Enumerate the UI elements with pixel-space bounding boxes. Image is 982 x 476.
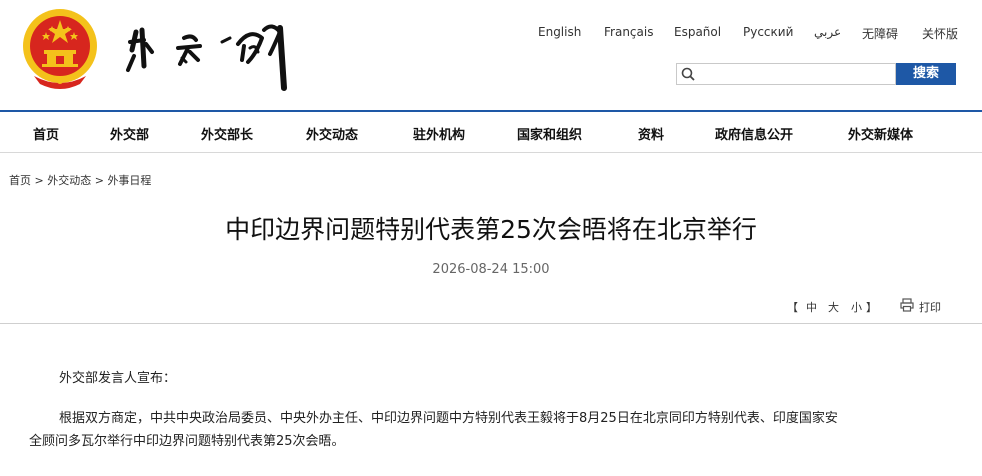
nav-item-countries[interactable]: 国家和组织 <box>517 124 582 143</box>
accessibility-link[interactable]: 无障碍 <box>862 25 898 42</box>
font-size-bracket-open: 【 <box>787 301 798 314</box>
printer-icon <box>900 298 914 312</box>
font-size-small-button[interactable]: 小 <box>851 299 862 315</box>
nav-item-diplomatic-news[interactable]: 外交动态 <box>306 124 358 143</box>
search-box <box>676 63 896 85</box>
nav-item-home[interactable]: 首页 <box>33 124 59 143</box>
article-title: 中印边界问题特别代表第25次会晤将在北京举行 <box>225 215 757 244</box>
article-paragraph: 全顾问多瓦尔举行中印边界问题特别代表第25次会晤。 <box>29 434 345 449</box>
font-size-bracket-close: 】 <box>866 301 877 314</box>
article-paragraph: 外交部发言人宣布： <box>59 371 177 386</box>
breadcrumb-separator: > <box>34 174 44 187</box>
font-size-medium-button[interactable]: 中 <box>806 299 817 315</box>
breadcrumb-diplomatic-news[interactable]: 外交动态 <box>47 174 91 187</box>
nav-item-resources[interactable]: 资料 <box>638 124 664 143</box>
care-version-link[interactable]: 关怀版 <box>922 25 958 42</box>
article-paragraph: 根据双方商定，中共中央政治局委员、中央外办主任、中印边界问题中方特别代表王毅将于… <box>59 411 838 426</box>
nav-item-new-media[interactable]: 外交新媒体 <box>848 124 913 143</box>
print-button[interactable]: 打印 <box>900 298 960 314</box>
nav-item-gov-info[interactable]: 政府信息公开 <box>715 124 793 143</box>
breadcrumb-home[interactable]: 首页 <box>9 174 31 187</box>
lang-arabic-link[interactable]: عربي <box>814 25 841 39</box>
site-header: English Français Español Русский عربي 无障… <box>0 0 982 112</box>
article-date: 2026-08-24 15:00 <box>432 262 550 277</box>
search-input[interactable] <box>699 65 893 85</box>
print-label: 打印 <box>919 301 941 314</box>
lang-russian-link[interactable]: Русский <box>743 25 793 39</box>
lang-english-link[interactable]: English <box>538 25 581 39</box>
breadcrumb: 首页 > 外交动态 > 外事日程 <box>9 172 151 188</box>
content-divider <box>0 323 982 324</box>
national-emblem-icon[interactable] <box>20 6 100 90</box>
search-icon <box>681 67 695 81</box>
nav-item-minister[interactable]: 外交部长 <box>201 124 253 143</box>
lang-french-link[interactable]: Français <box>604 25 653 39</box>
lang-spanish-link[interactable]: Español <box>674 25 721 39</box>
search-button[interactable]: 搜索 <box>896 63 956 85</box>
language-bar: English Français Español Русский عربي 无障… <box>0 25 982 41</box>
breadcrumb-separator: > <box>94 174 104 187</box>
main-nav: 首页 外交部 外交部长 外交动态 驻外机构 国家和组织 资料 政府信息公开 外交… <box>0 112 982 153</box>
nav-item-ministry[interactable]: 外交部 <box>110 124 149 143</box>
breadcrumb-schedule[interactable]: 外事日程 <box>107 174 151 187</box>
font-size-large-button[interactable]: 大 <box>828 299 839 315</box>
nav-item-missions[interactable]: 驻外机构 <box>413 124 465 143</box>
